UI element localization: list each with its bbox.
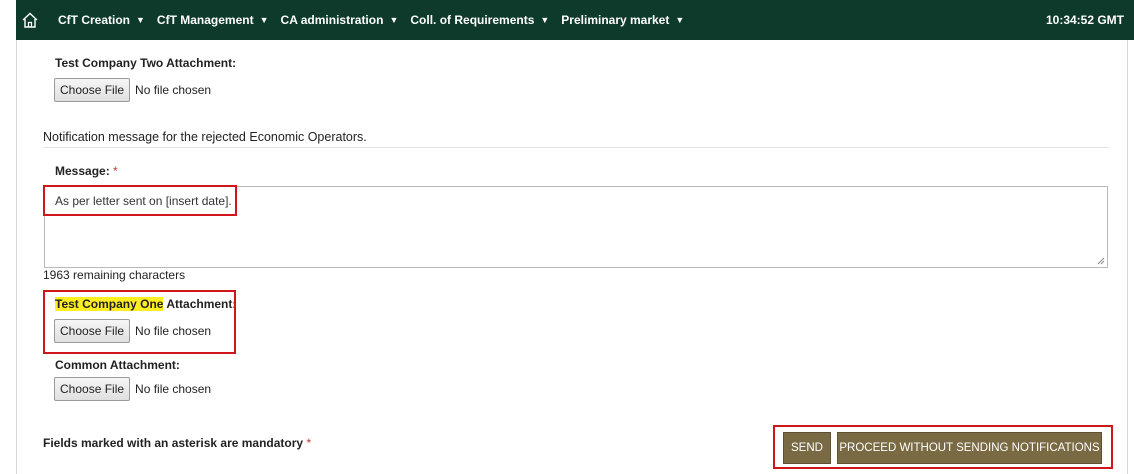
highlight-box-message — [43, 185, 237, 216]
mandatory-text: Fields marked with an asterisk are manda… — [43, 436, 304, 450]
resize-handle-icon[interactable] — [1097, 257, 1105, 265]
clock: 10:34:52 GMT — [1045, 13, 1124, 27]
top-navigation-bar: CfT Creation ▼ CfT Management ▼ CA admin… — [16, 0, 1134, 40]
message-label: Message: * — [55, 164, 118, 178]
menu-label: Coll. of Requirements — [410, 13, 535, 27]
highlight-box-company-one — [43, 290, 236, 354]
caret-down-icon: ▼ — [136, 15, 145, 25]
proceed-without-notifications-button[interactable]: PROCEED WITHOUT SENDING NOTIFICATIONS — [837, 432, 1102, 464]
common-file-input: Choose File No file chosen — [54, 377, 211, 401]
message-label-text: Message: — [55, 164, 110, 178]
send-button[interactable]: SEND — [783, 432, 831, 464]
file-status: No file chosen — [135, 83, 212, 97]
caret-down-icon: ▼ — [675, 15, 685, 25]
menu-label: CfT Creation — [58, 13, 130, 27]
menu-preliminary-market[interactable]: Preliminary market ▼ — [561, 13, 684, 27]
menu-coll-of-requirements[interactable]: Coll. of Requirements ▼ — [410, 13, 549, 27]
required-asterisk: * — [306, 436, 312, 450]
menu-ca-administration[interactable]: CA administration ▼ — [281, 13, 399, 27]
remaining-characters: 1963 remaining characters — [43, 268, 186, 282]
choose-file-button[interactable]: Choose File — [54, 78, 131, 102]
common-attachment-label: Common Attachment: — [55, 358, 180, 372]
home-icon[interactable] — [21, 11, 39, 29]
main-menu: CfT Creation ▼ CfT Management ▼ CA admin… — [58, 0, 696, 40]
caret-down-icon: ▼ — [259, 15, 269, 25]
file-status: No file chosen — [135, 382, 212, 396]
divider — [43, 147, 1109, 148]
menu-label: CfT Management — [156, 13, 254, 27]
menu-label: Preliminary market — [561, 13, 670, 27]
menu-label: CA administration — [280, 13, 384, 27]
company-two-attachment-label: Test Company Two Attachment: — [55, 56, 237, 70]
menu-cft-creation[interactable]: CfT Creation ▼ — [58, 13, 145, 27]
required-asterisk: * — [113, 164, 118, 178]
caret-down-icon: ▼ — [389, 15, 399, 25]
caret-down-icon: ▼ — [540, 15, 550, 25]
mandatory-note: Fields marked with an asterisk are manda… — [43, 436, 311, 450]
menu-cft-management[interactable]: CfT Management ▼ — [157, 13, 269, 27]
section-title: Notification message for the rejected Ec… — [43, 130, 367, 144]
choose-file-button[interactable]: Choose File — [54, 377, 131, 401]
company-two-file-input: Choose File No file chosen — [54, 78, 211, 102]
notification-form: Test Company Two Attachment: Choose File… — [16, 40, 1128, 474]
